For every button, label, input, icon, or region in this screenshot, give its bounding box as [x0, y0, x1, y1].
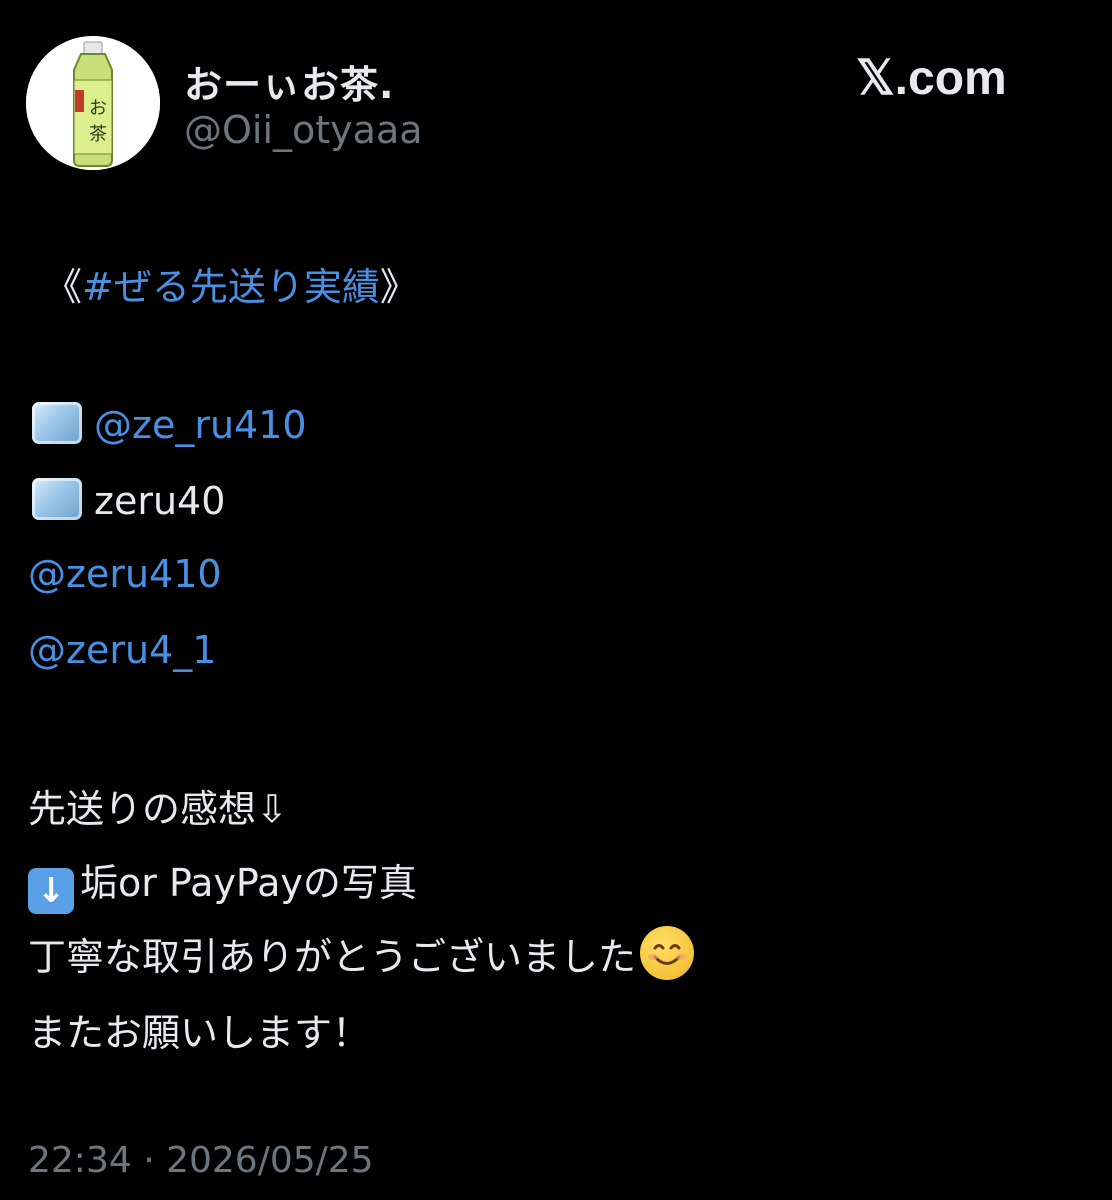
mention-link[interactable]: @ze_ru410	[94, 403, 307, 447]
post-title: 《#ぜる先送り実績》	[44, 256, 418, 311]
down-arrow-icon: ↓	[28, 868, 74, 914]
ice-cube-icon	[32, 478, 82, 520]
user-handle[interactable]: @Oii_otyaaa	[184, 108, 423, 152]
photo-line-text: 垢or PayPayの写真	[80, 861, 417, 905]
mention-line: @ze_ru410	[32, 402, 307, 447]
thanks-text: 丁寧な取引ありがとうございました	[28, 935, 637, 979]
hashtag-link[interactable]: #ぜる先送り実績	[82, 265, 380, 309]
smiling-face-icon	[640, 926, 695, 980]
display-name[interactable]: おーぃお茶.	[184, 54, 394, 109]
tea-bottle-icon: お 茶	[26, 36, 160, 170]
title-bracket-open: 《	[44, 265, 83, 309]
x-logo: 𝕏.com	[856, 52, 1007, 105]
mention-link[interactable]: @zeru410	[28, 552, 222, 596]
svg-text:茶: 茶	[89, 124, 107, 145]
mention-link[interactable]: @zeru4_1	[28, 628, 216, 672]
photo-line: ↓ 垢or PayPayの写真	[28, 852, 417, 914]
mention-text: zeru40	[94, 479, 226, 523]
post-timestamp[interactable]: 22:34 · 2026/05/25	[28, 1140, 374, 1181]
closing-line: またお願いします！	[28, 1011, 371, 1055]
ice-cube-icon	[32, 402, 82, 444]
impression-heading: 先送りの感想⇩	[28, 787, 288, 831]
thanks-line: 丁寧な取引ありがとうございました	[28, 926, 695, 981]
avatar[interactable]: お 茶	[26, 36, 160, 170]
svg-text:お: お	[89, 98, 107, 119]
title-bracket-close: 》	[379, 265, 418, 309]
mention-line: zeru40	[32, 478, 225, 523]
